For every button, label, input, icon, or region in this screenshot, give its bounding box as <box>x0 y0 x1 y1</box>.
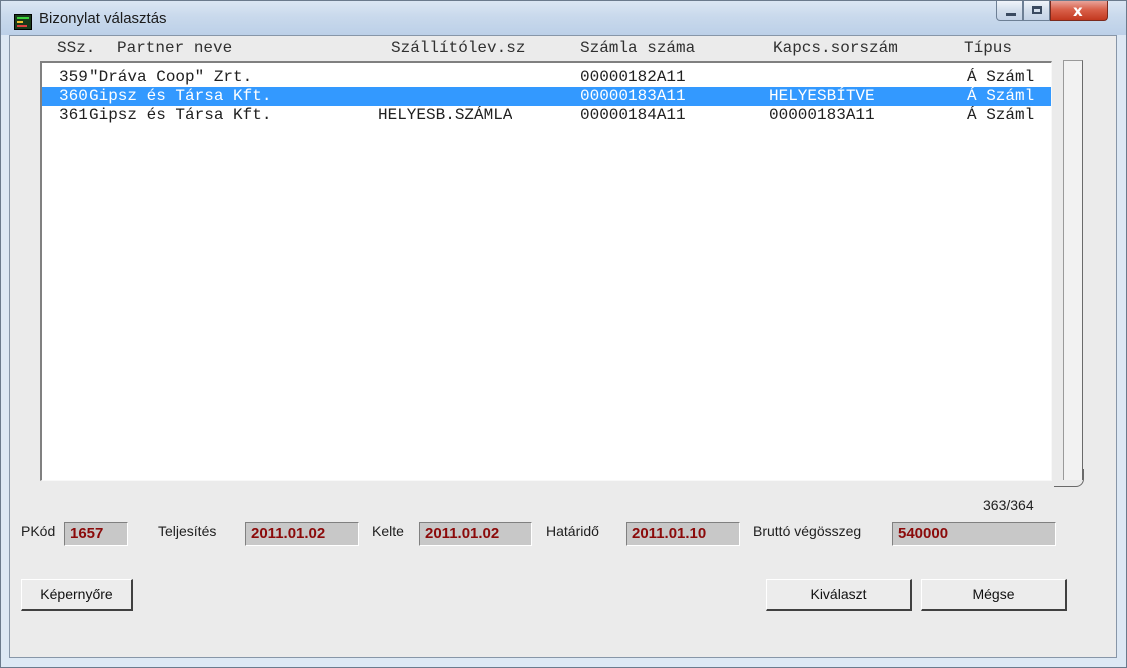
window-title: Bizonylat választás <box>39 10 167 27</box>
app-icon <box>14 14 32 30</box>
vertical-scrollbar[interactable] <box>1063 60 1083 480</box>
col-header-kapcs: Kapcs.sorszám <box>773 39 898 57</box>
minimize-button[interactable] <box>996 1 1023 21</box>
list-column-header: SSz. Partner neve Szállítólev.sz Számla … <box>51 39 1051 61</box>
brutto-label: Bruttó végösszeg <box>753 523 862 539</box>
teljesites-label: Teljesítés <box>158 523 217 539</box>
minimize-icon <box>1006 13 1016 16</box>
kivalaszt-button[interactable]: Kiválaszt <box>766 579 912 611</box>
col-header-tipus: Típus <box>964 39 1013 57</box>
scrollbar-thumb[interactable] <box>1054 469 1084 487</box>
cell-szallitolevel: HELYESB.SZÁMLA <box>378 106 513 124</box>
cell-kapcs: 00000183A11 <box>769 106 875 124</box>
pkod-label: PKód <box>21 523 56 539</box>
pkod-field: 1657 <box>64 522 128 546</box>
cell-tipus: Á Száml <box>967 106 1035 124</box>
dialog-window: Bizonylat választás x SSz. Partner neve … <box>0 0 1127 668</box>
hatarido-field: 2011.01.10 <box>626 522 740 546</box>
teljesites-field: 2011.01.02 <box>245 522 359 546</box>
cell-szamla: 00000184A11 <box>580 106 686 124</box>
list-item-selected[interactable]: 360 Gipsz és Társa Kft. 00000183A11 HELY… <box>42 87 1051 106</box>
cell-tipus: Á Száml <box>967 68 1035 86</box>
cell-partner: Gipsz és Társa Kft. <box>89 106 272 124</box>
document-list[interactable]: 359 "Dráva Coop" Zrt. 00000182A11 Á Szám… <box>40 61 1052 481</box>
close-button[interactable]: x <box>1050 1 1108 21</box>
col-header-szallitolevel: Szállítólev.sz <box>391 39 526 57</box>
record-counter: 363/364 <box>983 497 1034 513</box>
kelte-field: 2011.01.02 <box>419 522 532 546</box>
cell-partner: Gipsz és Társa Kft. <box>89 87 272 105</box>
maximize-button[interactable] <box>1023 1 1050 21</box>
cell-kapcs: HELYESBÍTVE <box>769 87 875 105</box>
kelte-label: Kelte <box>372 523 404 539</box>
cell-szamla: 00000183A11 <box>580 87 686 105</box>
col-header-partner: Partner neve <box>117 39 233 57</box>
list-item[interactable]: 361 Gipsz és Társa Kft. HELYESB.SZÁMLA 0… <box>42 106 1051 125</box>
cell-ssz: 361 <box>59 106 88 124</box>
title-bar[interactable]: Bizonylat választás <box>1 1 1126 35</box>
list-item[interactable]: 359 "Dráva Coop" Zrt. 00000182A11 Á Szám… <box>42 68 1051 87</box>
close-icon: x <box>1073 2 1083 20</box>
cell-ssz: 359 <box>59 68 88 86</box>
cell-szamla: 00000182A11 <box>580 68 686 86</box>
col-header-szamla: Számla száma <box>580 39 696 57</box>
kepernyore-button[interactable]: Képernyőre <box>21 579 133 611</box>
col-header-ssz: SSz. <box>57 39 96 57</box>
cell-tipus: Á Száml <box>967 87 1035 105</box>
megse-button[interactable]: Mégse <box>921 579 1067 611</box>
cell-partner: "Dráva Coop" Zrt. <box>89 68 253 86</box>
hatarido-label: Határidő <box>546 523 599 539</box>
brutto-field: 540000 <box>892 522 1056 546</box>
cell-ssz: 360 <box>59 87 88 105</box>
maximize-icon <box>1032 6 1042 14</box>
